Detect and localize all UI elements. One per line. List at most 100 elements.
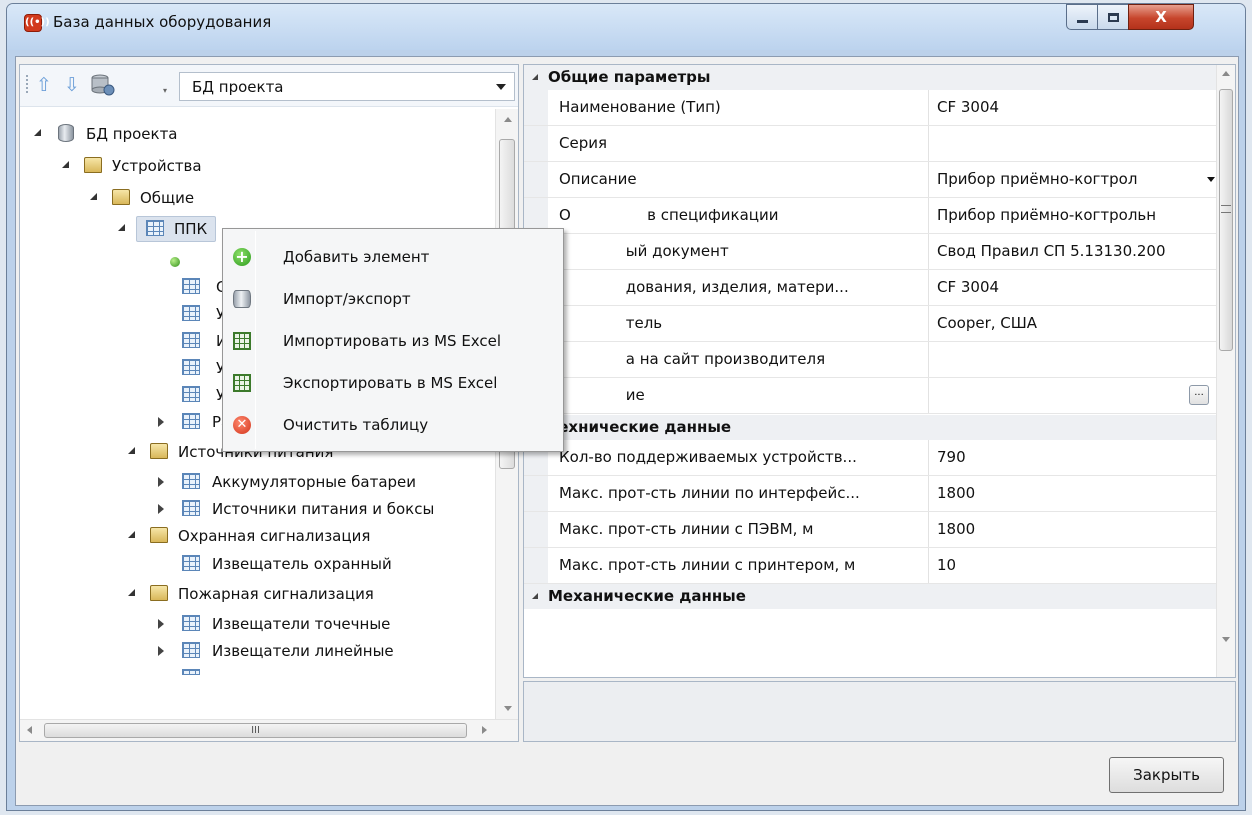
toolbar-overflow-icon[interactable]: ▾ (160, 87, 170, 95)
tree-toolbar: ⇧ ⇩ ▾ БД проекта (20, 65, 518, 107)
tree-item-label: Источники питания и боксы (212, 500, 435, 518)
row-gutter (524, 512, 548, 547)
property-row[interactable]: Макс. прот-сть линии по интерфейс... 180… (524, 476, 1217, 512)
database-settings-icon[interactable] (90, 73, 115, 96)
arrow-up-icon[interactable]: ⇧ (34, 74, 54, 96)
property-row[interactable]: тель Cooper, США (524, 306, 1217, 342)
arrow-down-icon[interactable]: ⇩ (62, 74, 82, 96)
expanded-icon[interactable] (90, 193, 97, 200)
database-icon (233, 290, 251, 308)
collapsed-icon[interactable] (158, 619, 164, 629)
expanded-icon[interactable] (532, 593, 538, 599)
property-name: О в спецификации (559, 206, 779, 224)
tree-horizontal-scrollbar[interactable]: III (20, 719, 518, 741)
collapsed-icon[interactable] (158, 417, 164, 427)
property-row[interactable]: а на сайт производителя (524, 342, 1217, 378)
tree-item-label: Охранная сигнализация (178, 527, 371, 545)
window-close-button[interactable]: X (1128, 4, 1194, 30)
menu-item-clear-table[interactable]: ✕ Очистить таблицу (225, 405, 561, 445)
source-select[interactable]: БД проекта (179, 72, 515, 101)
context-menu: + Добавить элемент Импорт/экспорт Импорт… (222, 228, 564, 452)
property-row[interactable]: О в спецификации Прибор приёмно-когтроль… (524, 198, 1217, 234)
row-gutter (524, 476, 548, 511)
expanded-icon[interactable] (34, 129, 41, 136)
expanded-icon[interactable] (62, 161, 69, 168)
property-value[interactable]: 790 (937, 440, 1219, 475)
property-value[interactable]: Прибор приёмно-когтрольн (937, 198, 1219, 233)
property-name: Серия (559, 134, 607, 152)
description-panel (523, 681, 1236, 742)
property-value[interactable]: Cooper, США (937, 306, 1219, 341)
property-row[interactable]: Описание Прибор приёмно-когтрол (524, 162, 1217, 198)
property-row[interactable]: Кол-во поддерживаемых устройств... 790 (524, 440, 1217, 476)
property-row[interactable]: Макс. прот-сть линии с ПЭВМ, м 1800 (524, 512, 1217, 548)
menu-item-import-export[interactable]: Импорт/экспорт (225, 279, 561, 319)
category-label: Общие параметры (548, 68, 711, 86)
ellipsis-button[interactable]: ... (1189, 385, 1209, 405)
folder-icon (150, 443, 168, 459)
tree-item-label: Устройства (112, 157, 202, 175)
scroll-left-icon[interactable] (27, 726, 32, 734)
collapsed-icon[interactable] (158, 477, 164, 487)
folder-icon (150, 527, 168, 543)
property-name: а на сайт производителя (559, 350, 826, 368)
property-row[interactable]: Макс. прот-сть линии с принтером, м 10 (524, 548, 1217, 584)
expanded-icon[interactable] (128, 531, 135, 538)
category-technical[interactable]: Технические данные (524, 415, 1217, 440)
property-value[interactable]: 1800 (937, 476, 1219, 511)
property-value[interactable]: CF 3004 (937, 270, 1219, 305)
source-select-value: БД проекта (192, 78, 284, 96)
expanded-icon[interactable] (118, 224, 125, 231)
property-value[interactable]: 1800 (937, 512, 1219, 547)
minimize-button[interactable] (1066, 4, 1098, 30)
expanded-icon[interactable] (128, 589, 135, 596)
menu-item-import-excel[interactable]: Импортировать из MS Excel (225, 321, 561, 361)
close-button[interactable]: Закрыть (1109, 757, 1224, 793)
scroll-down-icon[interactable] (504, 706, 512, 711)
menu-item-add-element[interactable]: + Добавить элемент (225, 237, 561, 277)
property-row[interactable]: ие ... (524, 378, 1217, 414)
table-icon (182, 500, 200, 516)
column-divider (928, 162, 929, 197)
scroll-right-icon[interactable] (482, 726, 487, 734)
tree-item-label: Общие (140, 189, 195, 207)
property-row[interactable]: Наименование (Тип) CF 3004 (524, 90, 1217, 126)
property-value[interactable]: 10 (937, 548, 1219, 583)
property-value[interactable]: Свод Правил СП 5.13130.200 (937, 234, 1219, 269)
column-divider (928, 126, 929, 161)
scroll-down-icon[interactable] (1222, 637, 1230, 642)
property-row[interactable]: дования, изделия, матери... CF 3004 (524, 270, 1217, 306)
property-name: Наименование (Тип) (559, 98, 721, 116)
excel-import-icon (233, 332, 251, 350)
column-divider (928, 90, 929, 125)
dropdown-arrow-icon[interactable] (1207, 177, 1215, 182)
tree-horizontal-scroll-thumb[interactable]: III (44, 723, 467, 738)
toolbar-grip[interactable] (26, 75, 29, 93)
grid-vertical-scroll-thumb[interactable] (1219, 89, 1233, 351)
maximize-button[interactable] (1097, 4, 1129, 30)
excel-export-icon (233, 374, 251, 392)
expanded-icon[interactable] (128, 447, 135, 454)
column-divider (928, 512, 929, 547)
property-value[interactable]: Прибор приёмно-когтрол (937, 162, 1199, 197)
collapsed-icon[interactable] (158, 646, 164, 656)
scroll-up-icon[interactable] (504, 117, 512, 122)
folder-icon (150, 585, 168, 601)
category-mechanical[interactable]: Механические данные (524, 584, 1217, 609)
category-general[interactable]: Общие параметры (524, 65, 1217, 90)
scroll-up-icon[interactable] (1222, 71, 1230, 76)
menu-item-export-excel[interactable]: Экспортировать в MS Excel (225, 363, 561, 403)
menu-item-label: Импорт/экспорт (283, 290, 411, 308)
table-icon (182, 669, 200, 675)
property-row[interactable]: Серия (524, 126, 1217, 162)
grid-vertical-scrollbar[interactable] (1216, 65, 1235, 677)
expanded-icon[interactable] (532, 74, 538, 80)
menu-item-label: Очистить таблицу (283, 416, 429, 434)
property-value[interactable]: CF 3004 (937, 90, 1219, 125)
column-divider (928, 270, 929, 305)
row-gutter (524, 126, 548, 161)
tree-item-label: ППК (174, 220, 208, 238)
collapsed-icon[interactable] (158, 504, 164, 514)
property-name: ие (559, 386, 645, 404)
property-row[interactable]: ый документ Свод Правил СП 5.13130.200 (524, 234, 1217, 270)
